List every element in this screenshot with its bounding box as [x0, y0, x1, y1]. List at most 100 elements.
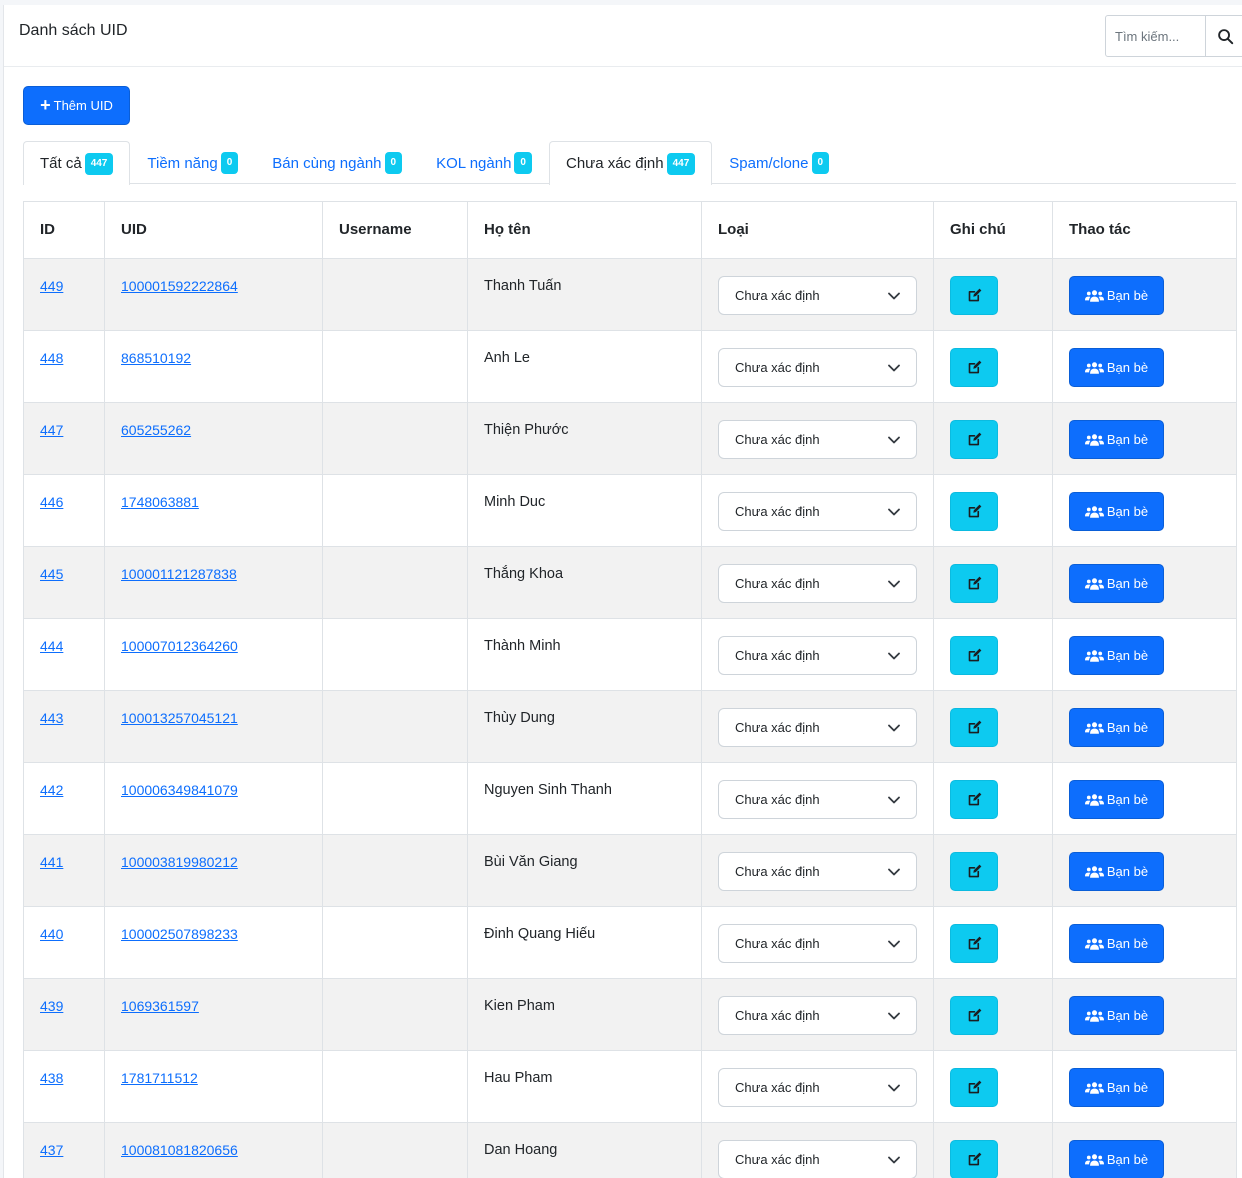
- friends-button[interactable]: Bạn bè: [1069, 924, 1164, 963]
- uid-link[interactable]: 100001592222864: [121, 278, 238, 294]
- type-select[interactable]: Chưa xác định: [718, 708, 917, 747]
- id-link[interactable]: 449: [40, 278, 63, 294]
- edit-icon: [968, 1152, 981, 1166]
- cell-note: [933, 762, 1053, 835]
- edit-note-button[interactable]: [950, 708, 998, 747]
- edit-note-button[interactable]: [950, 852, 998, 891]
- edit-note-button[interactable]: [950, 348, 998, 387]
- edit-note-button[interactable]: [950, 1068, 998, 1107]
- edit-note-button[interactable]: [950, 1140, 998, 1178]
- type-select[interactable]: Chưa xác định: [718, 276, 917, 315]
- tab-4[interactable]: Chưa xác định 447: [548, 141, 713, 185]
- type-select[interactable]: Chưa xác định: [718, 780, 917, 819]
- id-link[interactable]: 443: [40, 710, 63, 726]
- friends-button[interactable]: Bạn bè: [1069, 708, 1164, 747]
- id-link[interactable]: 439: [40, 998, 63, 1014]
- uid-link[interactable]: 100007012364260: [121, 638, 238, 654]
- id-link[interactable]: 437: [40, 1142, 63, 1158]
- tab-1[interactable]: Tiềm năng 0: [130, 141, 255, 184]
- cell-name: Đinh Quang Hiếu: [467, 906, 702, 979]
- cell-id: 440: [23, 906, 105, 979]
- id-link[interactable]: 446: [40, 494, 63, 510]
- table-row: 449 100001592222864 Thanh Tuấn Chưa xác địn…: [23, 258, 1237, 331]
- cell-uid: 100007012364260: [104, 618, 323, 691]
- friends-button[interactable]: Bạn bè: [1069, 276, 1164, 315]
- cell-note: [933, 402, 1053, 475]
- tab-3[interactable]: KOL ngành 0: [419, 141, 549, 184]
- type-select[interactable]: Chưa xác định: [718, 852, 917, 891]
- type-select[interactable]: Chưa xác định: [718, 1140, 917, 1178]
- type-select-value: Chưa xác định: [735, 360, 820, 375]
- edit-note-button[interactable]: [950, 780, 998, 819]
- id-link[interactable]: 448: [40, 350, 63, 366]
- id-link[interactable]: 438: [40, 1070, 63, 1086]
- id-link[interactable]: 444: [40, 638, 63, 654]
- id-link[interactable]: 442: [40, 782, 63, 798]
- type-select[interactable]: Chưa xác định: [718, 420, 917, 459]
- id-link[interactable]: 445: [40, 566, 63, 582]
- tab-2[interactable]: Bán cùng ngành 0: [255, 141, 419, 184]
- tab-0[interactable]: Tất cả 447: [23, 141, 131, 185]
- edit-note-button[interactable]: [950, 276, 998, 315]
- column-header-uid: UID: [104, 201, 323, 259]
- edit-icon: [968, 864, 981, 878]
- tab-count-badge: 0: [220, 152, 239, 174]
- friends-button[interactable]: Bạn bè: [1069, 1068, 1164, 1107]
- uid-link[interactable]: 868510192: [121, 350, 191, 366]
- cell-type: Chưa xác định: [701, 474, 934, 547]
- uid-link[interactable]: 100002507898233: [121, 926, 238, 942]
- friends-button[interactable]: Bạn bè: [1069, 420, 1164, 459]
- cell-uid: 100001121287838: [104, 546, 323, 619]
- cell-name: Anh Le: [467, 330, 702, 403]
- edit-note-button[interactable]: [950, 564, 998, 603]
- table-row: 447 605255262 Thiện Phước Chưa xác định Bạn …: [23, 402, 1237, 475]
- friends-button[interactable]: Bạn bè: [1069, 564, 1164, 603]
- edit-note-button[interactable]: [950, 996, 998, 1035]
- friends-button[interactable]: Bạn bè: [1069, 636, 1164, 675]
- cell-uid: 100006349841079: [104, 762, 323, 835]
- id-link[interactable]: 441: [40, 854, 63, 870]
- id-link[interactable]: 447: [40, 422, 63, 438]
- cell-note: [933, 1122, 1053, 1178]
- friends-button[interactable]: Bạn bè: [1069, 996, 1164, 1035]
- friends-button[interactable]: Bạn bè: [1069, 852, 1164, 891]
- table-row: 448 868510192 Anh Le Chưa xác định Bạn bè: [23, 330, 1237, 403]
- cell-name: Minh Duc: [467, 474, 702, 547]
- edit-note-button[interactable]: [950, 492, 998, 531]
- search-button[interactable]: [1206, 15, 1242, 57]
- type-select[interactable]: Chưa xác định: [718, 564, 917, 603]
- tab-5[interactable]: Spam/clone 0: [712, 141, 846, 184]
- uid-link[interactable]: 100003819980212: [121, 854, 238, 870]
- friends-button[interactable]: Bạn bè: [1069, 780, 1164, 819]
- uid-link[interactable]: 1069361597: [121, 998, 199, 1014]
- search-input[interactable]: [1105, 15, 1206, 57]
- friends-button[interactable]: Bạn bè: [1069, 492, 1164, 531]
- tab-count-badge: 0: [514, 152, 532, 174]
- edit-note-button[interactable]: [950, 636, 998, 675]
- add-uid-button[interactable]: + Thêm UID: [23, 86, 130, 125]
- tab-label: Spam/clone: [729, 154, 809, 172]
- cell-name: Kien Pham: [467, 978, 702, 1051]
- uid-link[interactable]: 1748063881: [121, 494, 199, 510]
- friends-button-label: Bạn bè: [1106, 360, 1149, 375]
- uid-link[interactable]: 605255262: [121, 422, 191, 438]
- type-select[interactable]: Chưa xác định: [718, 1068, 917, 1107]
- edit-note-button[interactable]: [950, 420, 998, 459]
- users-icon: [1084, 793, 1104, 806]
- friends-button[interactable]: Bạn bè: [1069, 1140, 1164, 1178]
- page-title: Danh sách UID: [19, 22, 128, 39]
- type-select[interactable]: Chưa xác định: [718, 348, 917, 387]
- uid-link[interactable]: 100001121287838: [121, 566, 237, 582]
- type-select[interactable]: Chưa xác định: [718, 996, 917, 1035]
- id-link[interactable]: 440: [40, 926, 63, 942]
- edit-note-button[interactable]: [950, 924, 998, 963]
- type-select[interactable]: Chưa xác định: [718, 636, 917, 675]
- friends-button[interactable]: Bạn bè: [1069, 348, 1164, 387]
- uid-link[interactable]: 100013257045121: [121, 710, 238, 726]
- uid-link[interactable]: 100081081820656: [121, 1142, 238, 1158]
- uid-link[interactable]: 100006349841079: [121, 782, 238, 798]
- type-select[interactable]: Chưa xác định: [718, 924, 917, 963]
- type-select[interactable]: Chưa xác định: [718, 492, 917, 531]
- table-row: 440 100002507898233 Đinh Quang Hiếu Chưa xá…: [23, 906, 1237, 979]
- uid-link[interactable]: 1781711512: [121, 1070, 198, 1086]
